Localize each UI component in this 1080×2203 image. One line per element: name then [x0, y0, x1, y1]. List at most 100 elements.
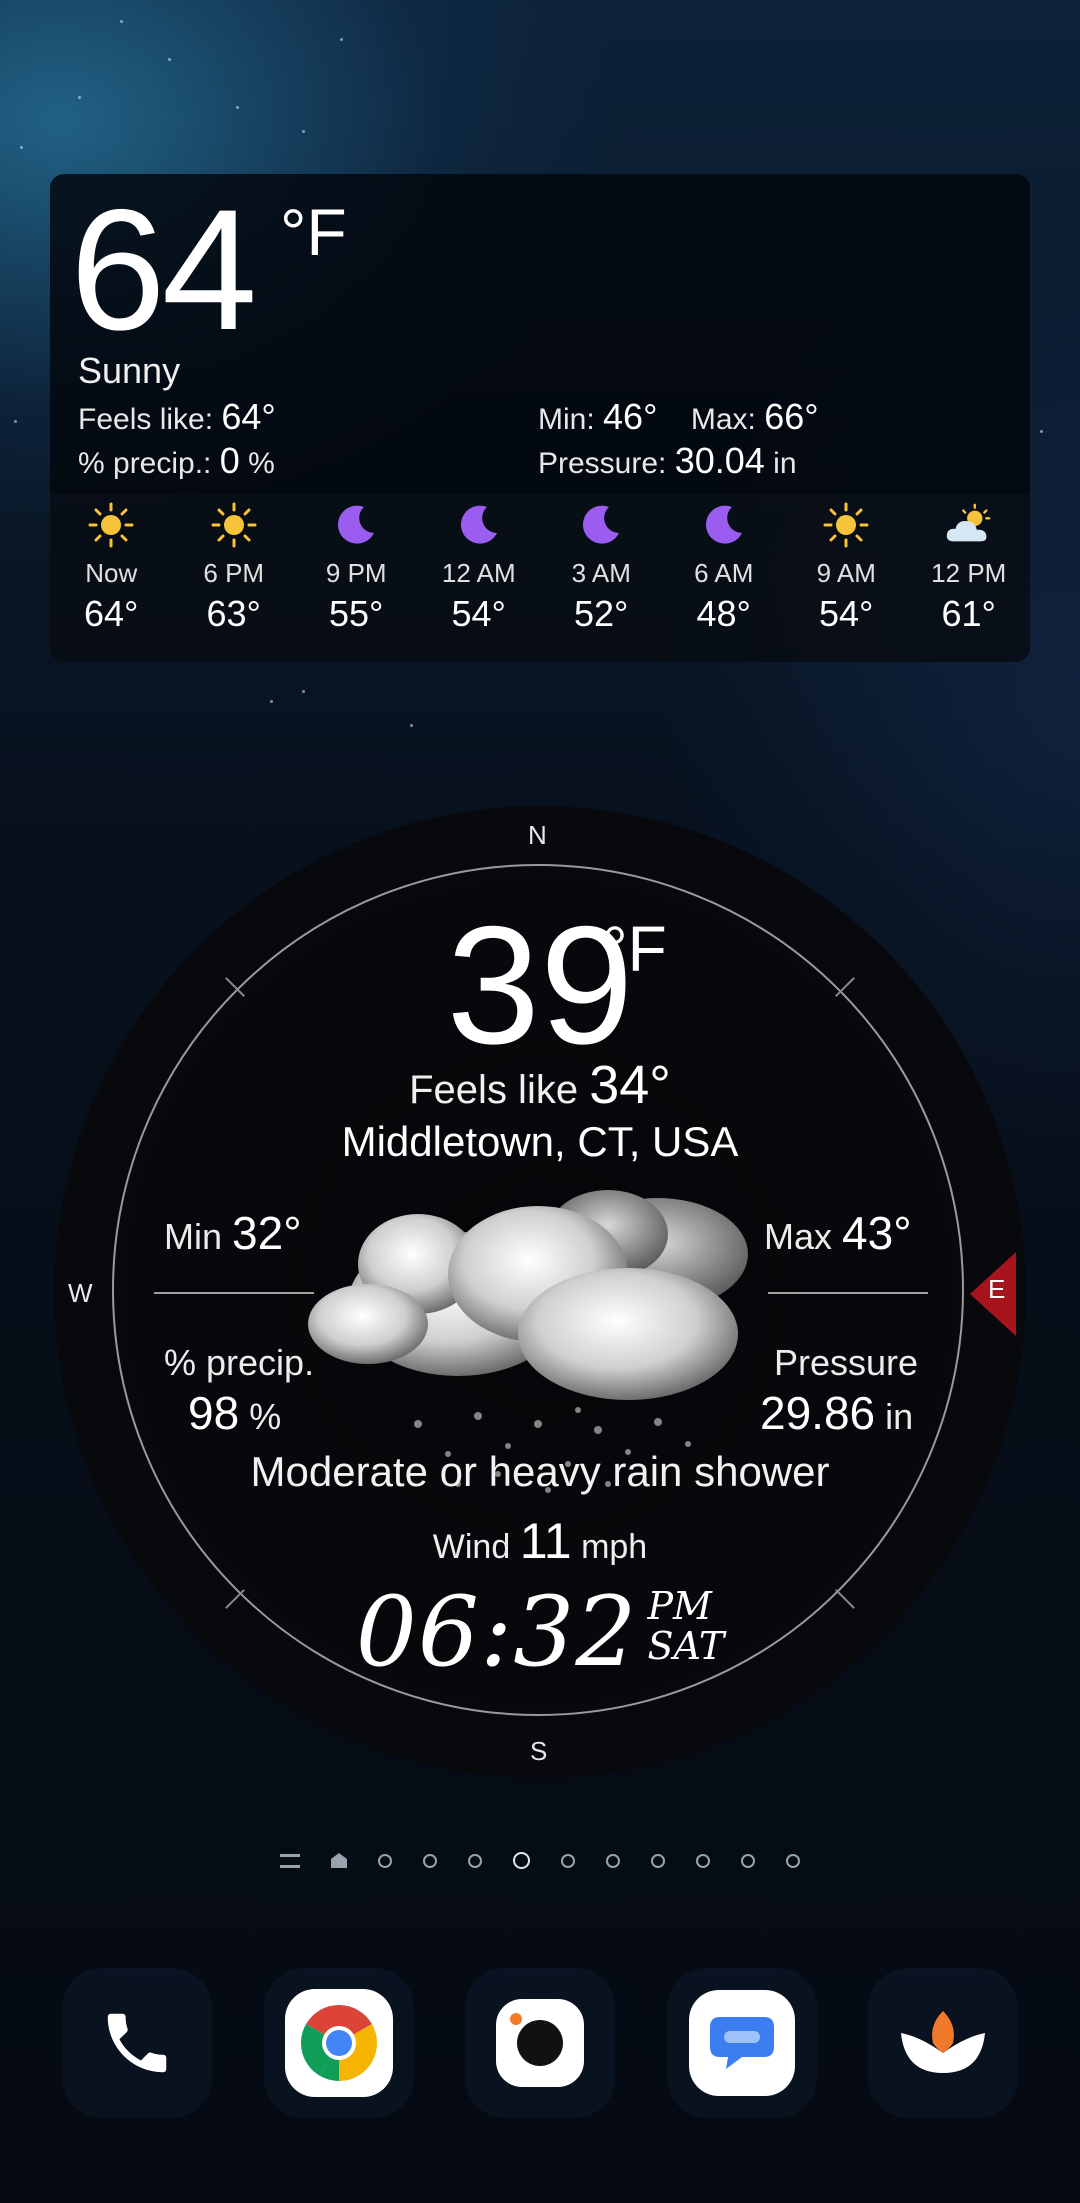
wind-unit: mph — [581, 1528, 648, 1566]
clock-day: SAT — [647, 1624, 725, 1668]
moon-icon — [331, 500, 381, 550]
divider-line — [154, 1292, 314, 1294]
precip-unit: % — [248, 447, 275, 480]
east-label: E — [988, 1274, 1006, 1304]
compass-pressure-label: Pressure — [774, 1342, 919, 1383]
hourly-temp: 64° — [84, 593, 139, 634]
chrome-icon — [285, 1989, 393, 2097]
temperature-unit: °F — [280, 195, 347, 269]
feels-like-label: Feels like: — [78, 403, 214, 436]
page-dot[interactable] — [696, 1853, 710, 1868]
lotus-app[interactable] — [868, 1968, 1018, 2118]
messages-app[interactable] — [667, 1968, 817, 2118]
phone-icon — [107, 2013, 167, 2073]
hourly-temp: 48° — [696, 593, 751, 634]
hourly-temp: 54° — [451, 593, 506, 634]
page-dot[interactable] — [468, 1853, 482, 1868]
hourly-item: 6 PM 63° — [173, 494, 296, 662]
compass-temp-unit: °F — [602, 913, 667, 985]
camera-app[interactable] — [465, 1968, 615, 2118]
home-page-icon[interactable] — [331, 1853, 347, 1868]
sun-icon — [209, 500, 259, 550]
pressure: Pressure: 30.04 in — [538, 440, 797, 482]
hourly-temp: 63° — [206, 593, 261, 634]
compass-feels-like: Feels like 34° — [54, 1054, 1026, 1116]
messages-icon — [689, 1990, 795, 2096]
compass-pressure-unit: in — [885, 1396, 914, 1437]
camera-icon — [496, 1999, 584, 2087]
page-dot[interactable] — [423, 1853, 437, 1868]
hourly-time: 6 AM — [694, 558, 754, 588]
weather-description: Moderate or heavy rain shower — [250, 1448, 830, 1495]
page-dot[interactable] — [561, 1853, 575, 1868]
precip-value: 0 — [219, 440, 240, 481]
sun-icon — [821, 500, 871, 550]
hourly-item: 6 AM 48° — [663, 494, 786, 662]
hourly-item: 12 PM 61° — [908, 494, 1031, 662]
west-label: W — [68, 1278, 93, 1308]
page-indicator[interactable] — [0, 1852, 1080, 1869]
compass-min-label: Min — [164, 1216, 223, 1257]
clock-time: 06:32 — [355, 1576, 638, 1688]
divider-line — [768, 1292, 928, 1294]
wind-label: Wind — [432, 1528, 511, 1566]
current-temperature: 64 — [70, 174, 257, 366]
hourly-item: 9 PM 55° — [295, 494, 418, 662]
hourly-item: 9 AM 54° — [785, 494, 908, 662]
lotus-icon — [901, 2011, 985, 2073]
max-label: Max: — [690, 403, 756, 436]
page-dot[interactable] — [741, 1853, 755, 1868]
max-value: 66° — [764, 396, 819, 437]
south-label: S — [530, 1736, 548, 1766]
page-dot-active[interactable] — [513, 1852, 530, 1869]
compass-temperature: 39 — [54, 901, 1026, 1069]
moon-icon — [576, 500, 626, 550]
hourly-time: 3 AM — [571, 558, 631, 588]
compass-precip-label: % precip. — [164, 1342, 315, 1383]
clock-suffix: PM SAT — [647, 1586, 724, 1666]
feels-like-value: 64° — [221, 396, 276, 437]
moon-icon — [699, 500, 749, 550]
hourly-time: 6 PM — [203, 558, 265, 588]
clock-ampm: PM — [647, 1584, 712, 1628]
wind-value: 11 — [519, 1513, 572, 1569]
chrome-app[interactable] — [264, 1968, 414, 2118]
page-dot[interactable] — [651, 1853, 665, 1868]
hourly-temp: 52° — [574, 593, 629, 634]
hourly-time: 12 AM — [441, 558, 516, 588]
page-dot[interactable] — [786, 1853, 800, 1868]
hourly-item: Now 64° — [50, 494, 173, 662]
hourly-time: 9 PM — [325, 558, 387, 588]
compass-weather-widget[interactable]: N S W E 39 °F Feels like 34° Middletown,… — [54, 806, 1026, 1778]
pressure-value: 30.04 — [674, 440, 765, 481]
hourly-time: Now — [85, 558, 138, 588]
pressure-unit: in — [773, 447, 797, 480]
compass-precip: 98 % — [188, 1386, 281, 1440]
pressure-label: Pressure: — [538, 447, 667, 480]
compass-max-value: 43° — [842, 1207, 912, 1259]
min-label: Min: — [538, 403, 595, 436]
clock[interactable]: 06:32 PM SAT — [54, 1576, 1026, 1688]
hourly-temp: 55° — [329, 593, 384, 634]
min-value: 46° — [603, 396, 658, 437]
hourly-temp: 61° — [941, 593, 996, 634]
hourly-item: 3 AM 52° — [540, 494, 663, 662]
page-dot[interactable] — [378, 1853, 392, 1868]
min-max: Min: 46° Max: 66° — [538, 396, 819, 438]
hourly-forecast: Now 64° 6 PM 63° 9 PM 55° 12 AM 54° 3 AM… — [50, 494, 1030, 662]
moon-icon — [454, 500, 504, 550]
app-dock — [0, 1968, 1080, 2118]
precip: % precip.: 0 % — [78, 440, 275, 482]
feed-page-icon[interactable] — [280, 1853, 300, 1868]
hourly-temp: 54° — [819, 593, 874, 634]
page-dot[interactable] — [606, 1853, 620, 1868]
sun-icon — [86, 500, 136, 550]
forecast-widget[interactable]: 64 °F Sunny Feels like: 64° % precip.: 0… — [50, 174, 1030, 662]
phone-app[interactable] — [62, 1968, 212, 2118]
hourly-time: 12 PM — [931, 558, 1007, 588]
compass-precip-value: 98 — [188, 1387, 240, 1439]
wind-speed: Wind 11 mph — [54, 1512, 1026, 1570]
compass-precip-unit: % — [249, 1396, 282, 1437]
hourly-time: 9 AM — [816, 558, 876, 588]
feels-like: Feels like: 64° — [78, 396, 276, 438]
